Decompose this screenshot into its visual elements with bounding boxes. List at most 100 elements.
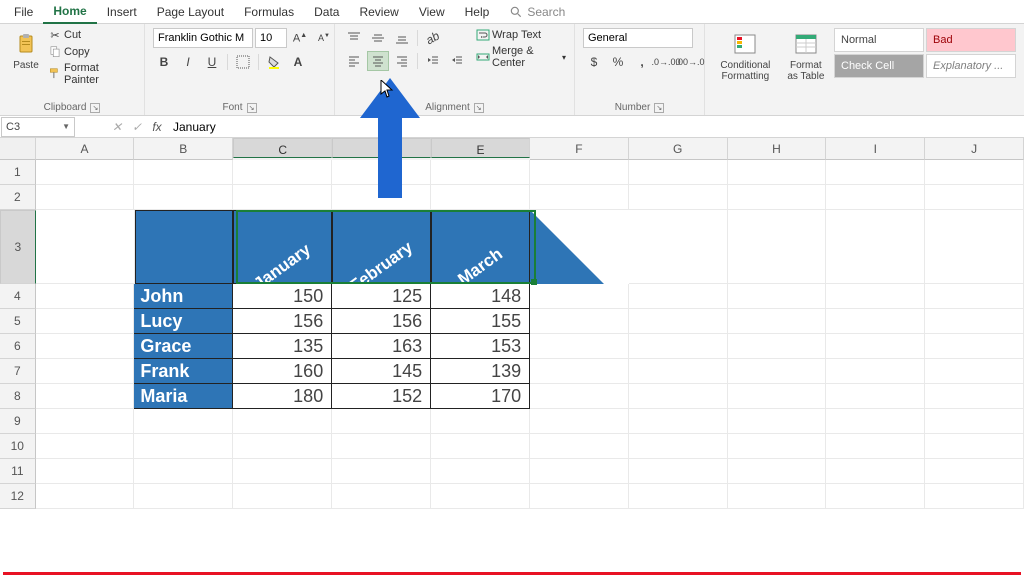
cell-D12[interactable] xyxy=(332,484,431,509)
row-header-10[interactable]: 10 xyxy=(0,434,36,459)
cell-C5[interactable]: 156 xyxy=(233,309,332,334)
cell-B5[interactable]: Lucy xyxy=(134,309,233,334)
cell-D2[interactable] xyxy=(332,185,431,210)
cell-D7[interactable]: 145 xyxy=(332,359,431,384)
cell-I2[interactable] xyxy=(826,185,925,210)
align-left-button[interactable] xyxy=(343,51,365,71)
cell-G8[interactable] xyxy=(629,384,728,409)
cut-button[interactable]: ✂ Cut xyxy=(48,28,136,42)
cell-B10[interactable] xyxy=(134,434,233,459)
cell-H10[interactable] xyxy=(728,434,827,459)
cell-A5[interactable] xyxy=(36,309,135,334)
cell-G1[interactable] xyxy=(629,160,728,185)
cell-H5[interactable] xyxy=(728,309,827,334)
row-header-2[interactable]: 2 xyxy=(0,185,36,210)
bold-button[interactable]: B xyxy=(153,52,175,72)
accounting-button[interactable]: $ xyxy=(583,52,605,72)
cell-D6[interactable]: 163 xyxy=(332,334,431,359)
cell-I10[interactable] xyxy=(826,434,925,459)
cell-J12[interactable] xyxy=(925,484,1024,509)
enter-formula-button[interactable]: ✓ xyxy=(127,117,147,137)
decrease-decimal-button[interactable]: .00→.0 xyxy=(679,52,701,72)
cell-G2[interactable] xyxy=(629,185,728,210)
orientation-button[interactable]: ab xyxy=(422,28,444,48)
cell-I3[interactable] xyxy=(826,210,925,284)
tab-insert[interactable]: Insert xyxy=(97,1,147,23)
cell-A2[interactable] xyxy=(36,185,135,210)
row-header-9[interactable]: 9 xyxy=(0,409,36,434)
cell-E7[interactable]: 139 xyxy=(431,359,530,384)
cell-F1[interactable] xyxy=(530,160,629,185)
cell-H3[interactable] xyxy=(728,210,827,284)
cell-H11[interactable] xyxy=(728,459,827,484)
col-header-b[interactable]: B xyxy=(134,138,233,160)
cell-J2[interactable] xyxy=(925,185,1024,210)
cell-E6[interactable]: 153 xyxy=(431,334,530,359)
font-color-button[interactable]: A xyxy=(287,52,309,72)
align-center-button[interactable] xyxy=(367,51,389,71)
col-header-g[interactable]: G xyxy=(629,138,728,160)
cell-B3[interactable] xyxy=(135,210,234,284)
cell-H12[interactable] xyxy=(728,484,827,509)
cell-F11[interactable] xyxy=(530,459,629,484)
cell-J11[interactable] xyxy=(925,459,1024,484)
cell-C3[interactable]: January xyxy=(233,210,332,284)
cell-J10[interactable] xyxy=(925,434,1024,459)
style-bad[interactable]: Bad xyxy=(926,28,1016,52)
cell-I7[interactable] xyxy=(826,359,925,384)
cell-A11[interactable] xyxy=(36,459,135,484)
cell-G9[interactable] xyxy=(629,409,728,434)
cell-C11[interactable] xyxy=(233,459,332,484)
tab-file[interactable]: File xyxy=(4,1,43,23)
cell-J6[interactable] xyxy=(925,334,1024,359)
col-header-e[interactable]: E xyxy=(431,138,530,158)
paste-button[interactable]: Paste xyxy=(8,28,44,73)
tab-home[interactable]: Home xyxy=(43,0,96,24)
cell-E4[interactable]: 148 xyxy=(431,284,530,309)
cell-I12[interactable] xyxy=(826,484,925,509)
cell-A4[interactable] xyxy=(36,284,135,309)
number-format-select[interactable] xyxy=(583,28,693,48)
cell-C9[interactable] xyxy=(233,409,332,434)
cell-I4[interactable] xyxy=(826,284,925,309)
wrap-text-button[interactable]: Wrap Text xyxy=(476,28,566,42)
search-box[interactable]: Search xyxy=(509,5,565,19)
cell-D10[interactable] xyxy=(332,434,431,459)
cell-E9[interactable] xyxy=(431,409,530,434)
align-top-button[interactable] xyxy=(343,28,365,48)
cell-G6[interactable] xyxy=(629,334,728,359)
row-header-4[interactable]: 4 xyxy=(0,284,36,309)
cell-B12[interactable] xyxy=(134,484,233,509)
cell-G3[interactable] xyxy=(629,210,728,284)
cell-J9[interactable] xyxy=(925,409,1024,434)
cell-B8[interactable]: Maria xyxy=(134,384,233,409)
cell-F3[interactable] xyxy=(530,210,629,284)
cell-H2[interactable] xyxy=(728,185,827,210)
cell-C1[interactable] xyxy=(233,160,332,185)
cell-C10[interactable] xyxy=(233,434,332,459)
font-name-select[interactable] xyxy=(153,28,253,48)
comma-button[interactable]: , xyxy=(631,52,653,72)
cell-E8[interactable]: 170 xyxy=(431,384,530,409)
cell-I9[interactable] xyxy=(826,409,925,434)
worksheet-grid[interactable]: A B C D E F G H I J 123JanuaryFebruaryMa… xyxy=(0,138,1024,509)
select-all-corner[interactable] xyxy=(0,138,36,160)
style-normal[interactable]: Normal xyxy=(834,28,924,52)
decrease-indent-button[interactable] xyxy=(422,51,444,71)
cell-J5[interactable] xyxy=(925,309,1024,334)
col-header-c[interactable]: C xyxy=(233,138,332,158)
italic-button[interactable]: I xyxy=(177,52,199,72)
cell-J7[interactable] xyxy=(925,359,1024,384)
cell-H1[interactable] xyxy=(728,160,827,185)
cell-A10[interactable] xyxy=(36,434,135,459)
tab-page-layout[interactable]: Page Layout xyxy=(147,1,234,23)
col-header-i[interactable]: I xyxy=(826,138,925,160)
tab-help[interactable]: Help xyxy=(455,1,500,23)
style-check-cell[interactable]: Check Cell xyxy=(834,54,924,78)
increase-decimal-button[interactable]: .0→.00 xyxy=(655,52,677,72)
font-size-select[interactable] xyxy=(255,28,287,48)
cell-I5[interactable] xyxy=(826,309,925,334)
format-as-table-button[interactable]: Format as Table xyxy=(782,28,830,84)
cell-C8[interactable]: 180 xyxy=(233,384,332,409)
cell-A1[interactable] xyxy=(36,160,135,185)
